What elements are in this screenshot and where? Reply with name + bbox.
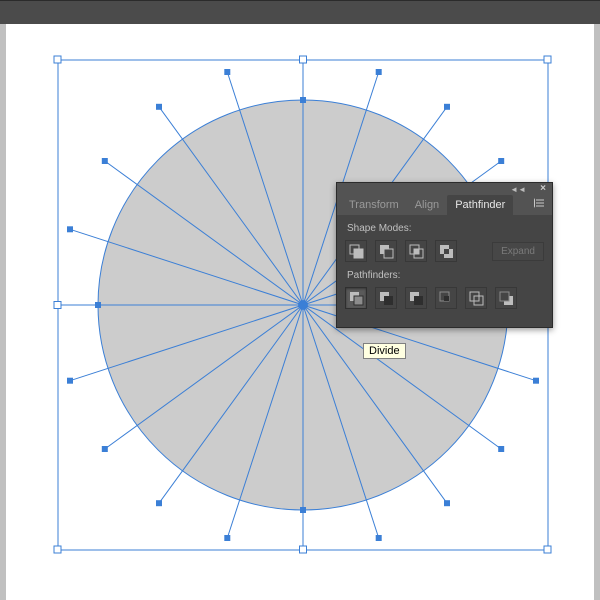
panel-body: Shape Modes: Expand Pathfinders:: [337, 215, 552, 327]
crop-button[interactable]: [435, 287, 457, 309]
panel-menu-icon[interactable]: [534, 197, 546, 209]
merge-button[interactable]: [405, 287, 427, 309]
tab-transform[interactable]: Transform: [341, 195, 407, 215]
app-chrome-bar: [0, 0, 600, 24]
pathfinder-panel[interactable]: ◄◄ × Transform Align Pathfinder Shape Mo…: [336, 182, 553, 328]
minus-back-button[interactable]: [495, 287, 517, 309]
expand-button: Expand: [492, 242, 544, 261]
pathfinders-label: Pathfinders:: [347, 270, 544, 281]
outline-button[interactable]: [465, 287, 487, 309]
shape-modes-row: Expand: [345, 240, 544, 262]
shape-modes-label: Shape Modes:: [347, 223, 544, 234]
minus-front-button[interactable]: [375, 240, 397, 262]
tab-align[interactable]: Align: [407, 195, 447, 215]
divide-button[interactable]: [345, 287, 367, 309]
tooltip: Divide: [363, 343, 406, 359]
unite-button[interactable]: [345, 240, 367, 262]
pathfinders-row: [345, 287, 544, 309]
panel-tabs: Transform Align Pathfinder: [337, 193, 552, 215]
exclude-button[interactable]: [435, 240, 457, 262]
panel-topbar[interactable]: ◄◄ ×: [337, 183, 552, 193]
intersect-button[interactable]: [405, 240, 427, 262]
trim-button[interactable]: [375, 287, 397, 309]
tab-pathfinder[interactable]: Pathfinder: [447, 195, 513, 215]
